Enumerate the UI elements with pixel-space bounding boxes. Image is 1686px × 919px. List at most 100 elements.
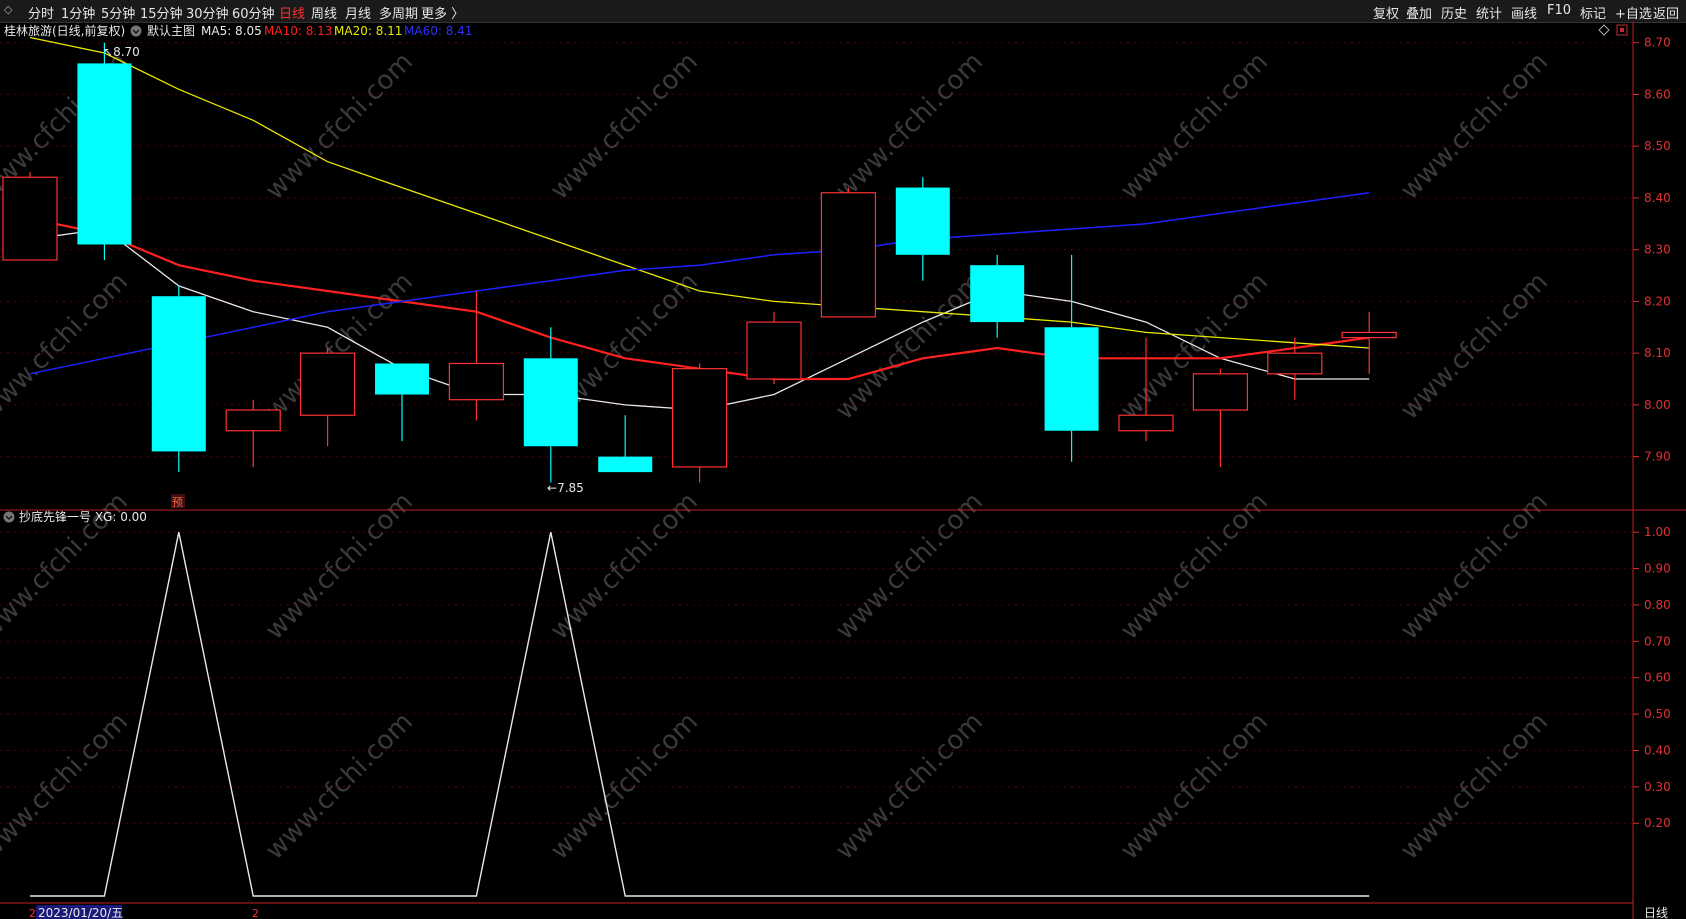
- watermark-text: www.cfchi.com: [0, 267, 134, 426]
- sub-indicator-toggle-icon[interactable]: [3, 511, 15, 523]
- candle-body-up: [1192, 373, 1249, 411]
- candlesticks: [2, 42, 1397, 483]
- candle-body-down: [598, 456, 653, 473]
- tab-monthly[interactable]: 月线: [345, 3, 371, 22]
- sub-tick-label: 0.90: [1644, 562, 1671, 576]
- candle-body-up: [820, 192, 877, 318]
- stock-title: 桂林旅游(日线,前复权): [4, 23, 125, 38]
- candle-body-down: [895, 187, 950, 255]
- line-ma20: [29, 36, 1370, 349]
- tab-5min[interactable]: 5分钟: [101, 3, 135, 22]
- candle-body-up: [746, 321, 802, 380]
- candle-body-down: [151, 296, 206, 452]
- candle-body-down: [970, 265, 1025, 323]
- f10-button[interactable]: F10: [1547, 3, 1571, 18]
- draw-line-button[interactable]: 画线: [1511, 3, 1537, 22]
- menu-toggle-icon[interactable]: ◇: [4, 3, 12, 16]
- watermark-text: www.cfchi.com: [1115, 707, 1274, 866]
- candle: [1044, 254, 1099, 462]
- tab-more[interactable]: 更多 〉: [421, 3, 464, 22]
- sub-tick-label: 1.00: [1644, 525, 1671, 539]
- price-tick-label: 8.00: [1644, 398, 1671, 412]
- tab-1min[interactable]: 1分钟: [61, 3, 95, 22]
- watermark-text: www.cfchi.com: [1395, 267, 1554, 426]
- bottom-mark-left: 2: [29, 907, 36, 919]
- sub-tick-label: 0.60: [1644, 671, 1671, 685]
- price-axis: 8.70 8.60 8.50 8.40 8.30 8.20 8.10 8.00 7.90: [1633, 36, 1671, 464]
- watermark-text: www.cfchi.com: [1395, 707, 1554, 866]
- sub-indicator-title: 抄底先锋一号 XG: 0.00: [19, 509, 147, 524]
- history-button[interactable]: 历史: [1441, 3, 1467, 22]
- indicator-toggle-icon[interactable]: [130, 25, 142, 37]
- watermark-text: www.cfchi.com: [0, 707, 134, 866]
- add-watchlist-button[interactable]: +自选: [1615, 3, 1652, 22]
- watermark-text: www.cfchi.com: [260, 707, 419, 866]
- panel-settings-icon[interactable]: [1616, 24, 1628, 36]
- watermark-text: www.cfchi.com: [545, 707, 704, 866]
- watermark-text: www.cfchi.com: [830, 487, 989, 646]
- sub-tick-label: 0.20: [1644, 816, 1671, 830]
- sub-tick-label: 0.50: [1644, 707, 1671, 721]
- candle: [1341, 311, 1397, 374]
- mark-button[interactable]: 标记: [1580, 3, 1606, 22]
- main-grid: [0, 42, 1633, 458]
- tab-fenshi[interactable]: 分时: [28, 3, 54, 22]
- candle-body-up: [448, 362, 504, 401]
- bottom-mark-mid: 2: [252, 907, 259, 919]
- period-toolbar: ◇ 分时 1分钟 5分钟 15分钟 30分钟 60分钟 日线 周线 月线 多周期…: [0, 0, 1686, 23]
- price-tick-label: 8.20: [1644, 294, 1671, 308]
- watermark-text: www.cfchi.com: [260, 47, 419, 206]
- ma5-label: MA5: 8.05: [201, 24, 262, 38]
- tab-30min[interactable]: 30分钟: [186, 3, 229, 22]
- watermark-text: www.cfchi.com: [1115, 47, 1274, 206]
- candle-body-down: [375, 363, 429, 395]
- watermark-text: www.cfchi.com: [830, 47, 989, 206]
- candle-body-up: [671, 368, 728, 468]
- candle-body-down: [77, 63, 132, 245]
- sub-tick-label: 0.30: [1644, 780, 1671, 794]
- stats-button[interactable]: 统计: [1476, 3, 1502, 22]
- candle-body-up: [1118, 414, 1174, 432]
- price-tick-label: 8.60: [1644, 87, 1671, 101]
- sub-axis: 1.00 0.90 0.80 0.70 0.60 0.50 0.40 0.30 0.20: [1633, 525, 1671, 830]
- candle: [895, 177, 950, 281]
- candle-body-up: [2, 176, 58, 261]
- candle: [151, 285, 206, 473]
- tab-15min[interactable]: 15分钟: [140, 3, 183, 22]
- candle: [970, 254, 1025, 338]
- watermark-layer: www.cfchi.com www.cfchi.com www.cfchi.com w…: [0, 47, 1554, 866]
- price-tick-label: 7.90: [1644, 450, 1671, 464]
- sub-grid: [0, 531, 1633, 824]
- tab-multi-period[interactable]: 多周期: [379, 3, 418, 22]
- candle: [300, 347, 356, 447]
- candle-body-up: [1267, 352, 1323, 375]
- price-tick-label: 8.70: [1644, 36, 1671, 50]
- price-tick-label: 8.50: [1644, 139, 1671, 153]
- candle: [746, 311, 802, 385]
- tab-weekly[interactable]: 周线: [311, 3, 337, 22]
- line-ma60: [29, 191, 1370, 375]
- indicator-name[interactable]: 默认主图: [147, 23, 195, 38]
- candle: [671, 363, 728, 483]
- watermark-text: www.cfchi.com: [1115, 487, 1274, 646]
- candle-body-up: [1341, 331, 1397, 339]
- candle: [598, 415, 653, 473]
- chart-canvas[interactable]: www.cfchi.com www.cfchi.com www.cfchi.com w…: [0, 22, 1686, 919]
- fuquan-button[interactable]: 复权: [1373, 3, 1399, 22]
- candle-body-up: [225, 409, 281, 432]
- tab-60min[interactable]: 60分钟: [232, 3, 275, 22]
- candle: [225, 399, 281, 467]
- candle: [2, 172, 58, 261]
- watermark-text: www.cfchi.com: [545, 47, 704, 206]
- sub-tick-label: 0.40: [1644, 743, 1671, 757]
- low-price-marker: ←7.85: [547, 481, 584, 495]
- overlay-button[interactable]: 叠加: [1406, 3, 1432, 22]
- back-button[interactable]: 返回: [1653, 3, 1679, 22]
- ma60-label: MA60: 8.41: [404, 24, 472, 38]
- tab-daily[interactable]: 日线: [279, 3, 305, 22]
- diamond-icon[interactable]: [1598, 24, 1610, 36]
- price-tick-label: 8.40: [1644, 191, 1671, 205]
- watermark-text: www.cfchi.com: [1395, 487, 1554, 646]
- sub-tick-label: 0.80: [1644, 598, 1671, 612]
- ma20-label: MA20: 8.11: [334, 24, 402, 38]
